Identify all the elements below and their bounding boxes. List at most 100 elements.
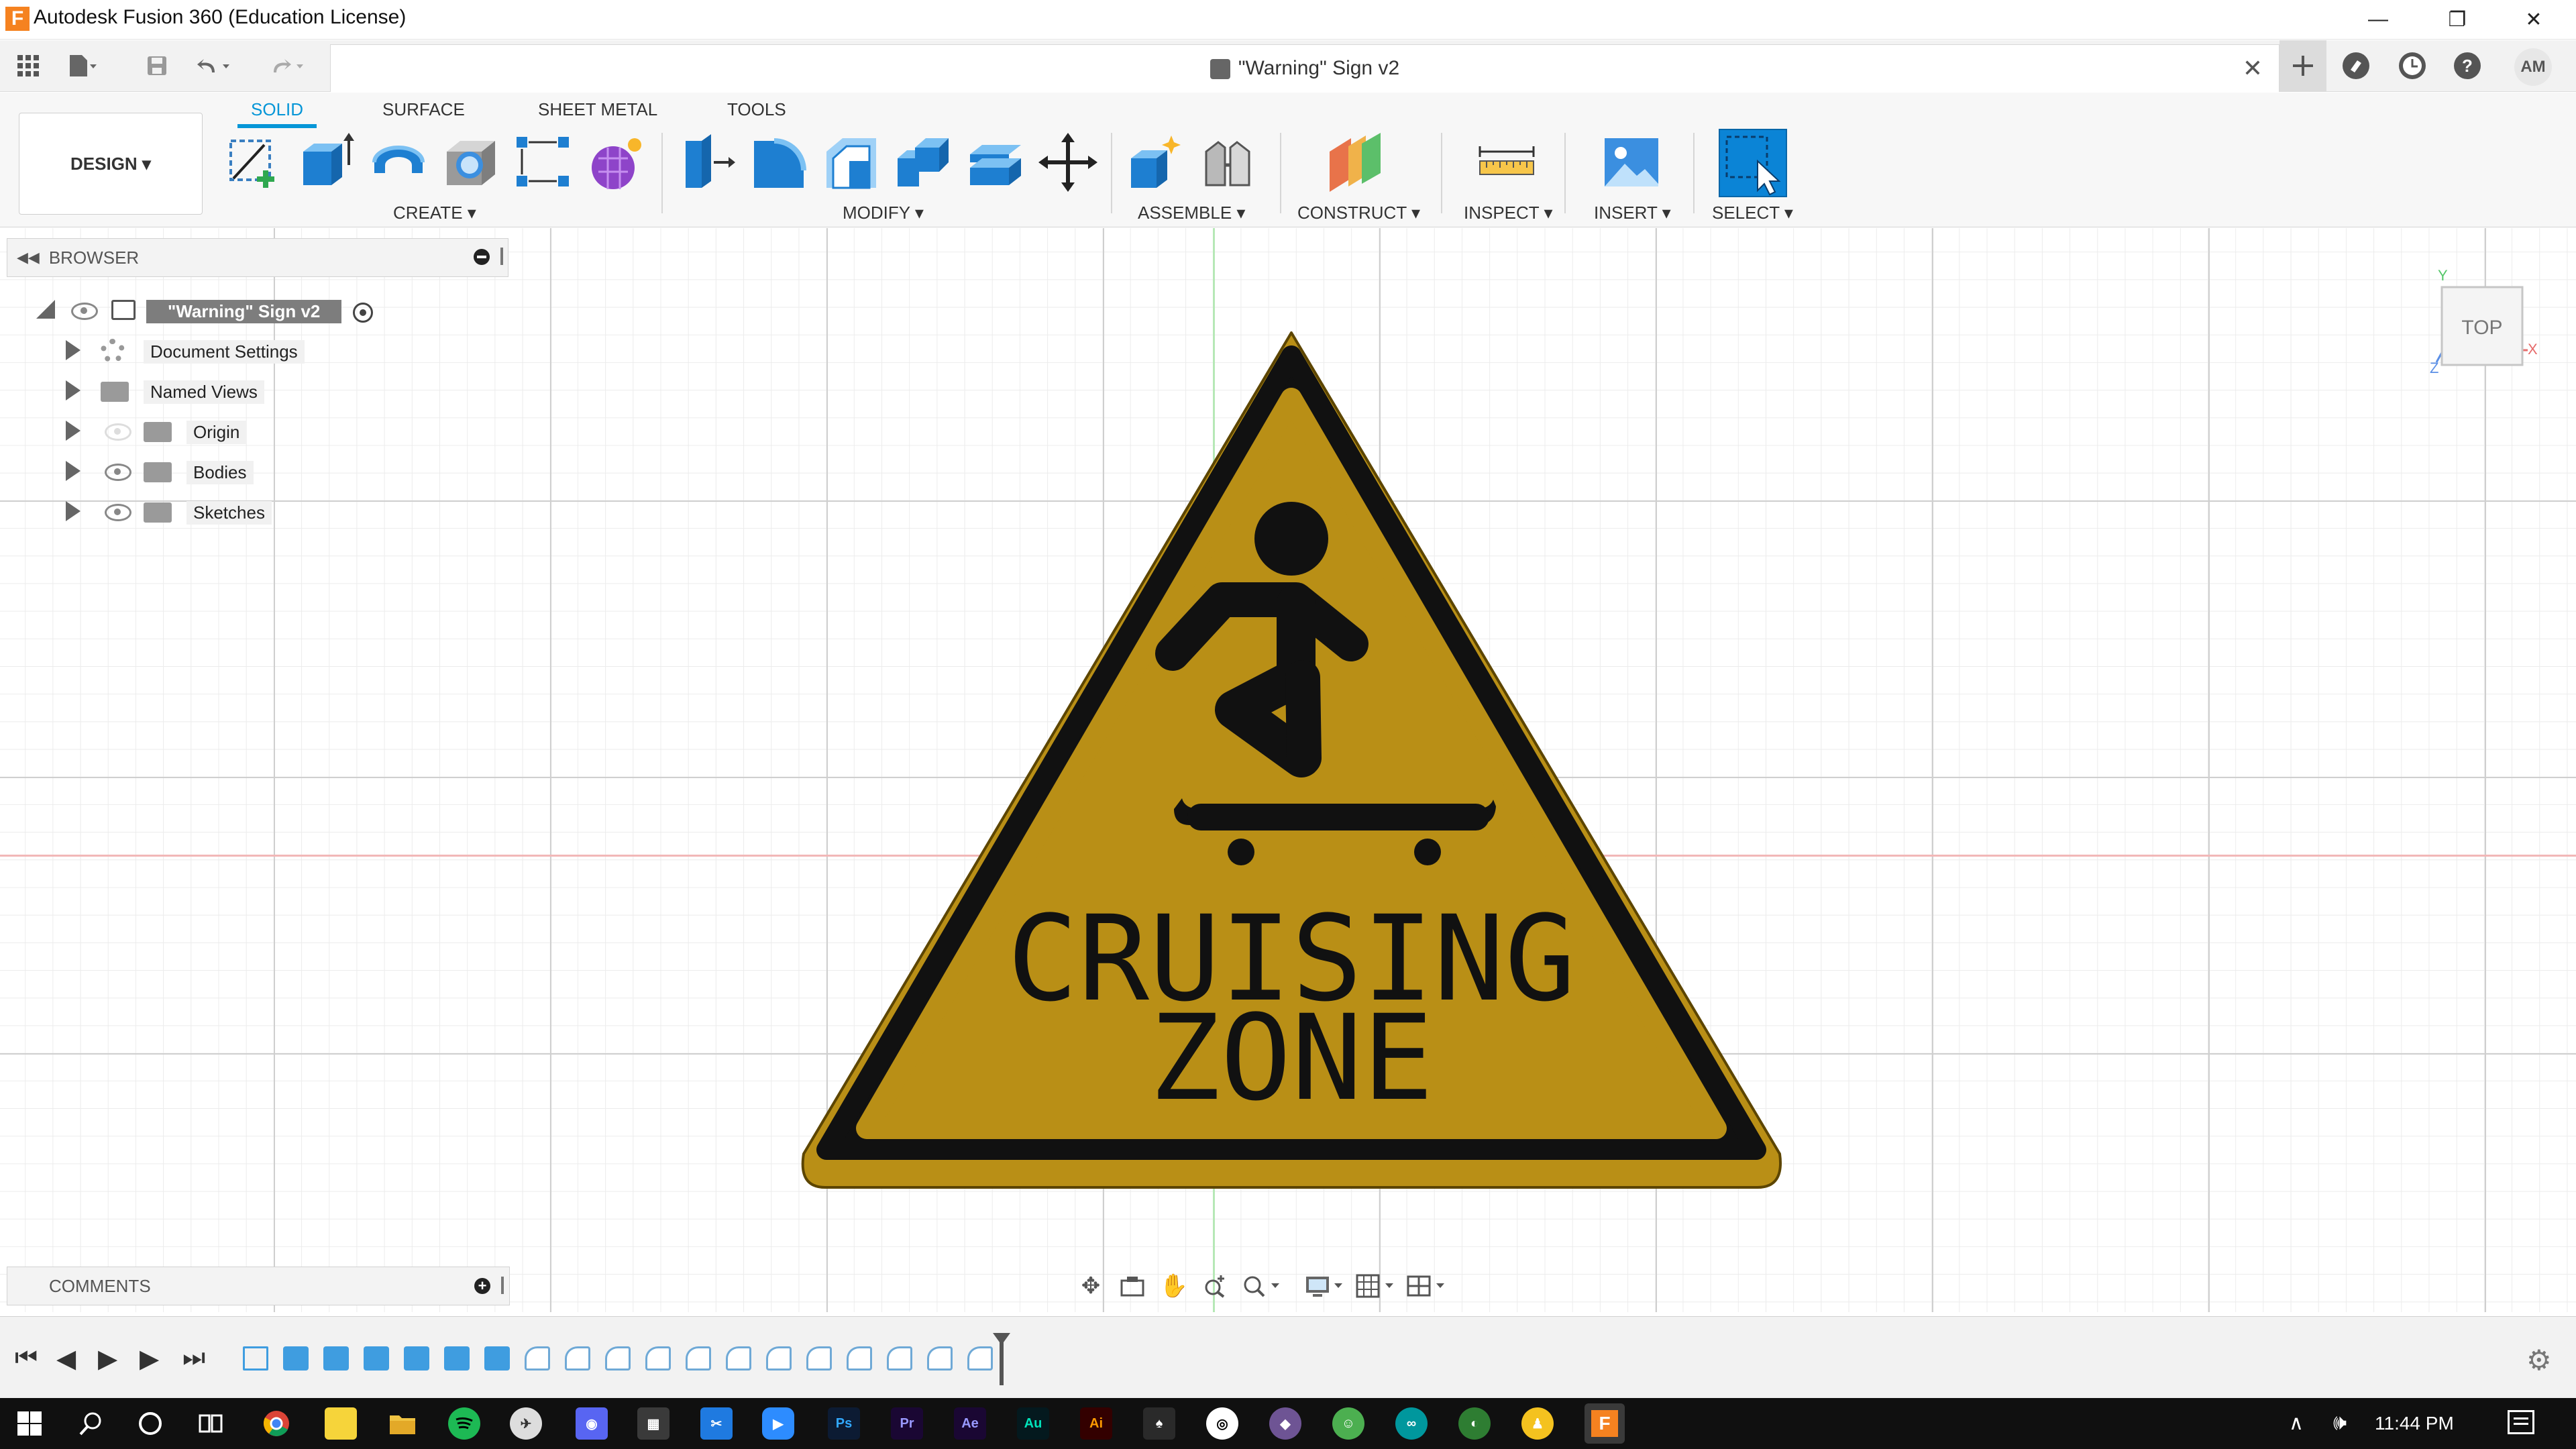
browser-item-document-settings[interactable]: Document Settings (7, 331, 508, 371)
timeline-fillet-feature[interactable] (967, 1346, 993, 1371)
spotify-icon[interactable] (448, 1407, 480, 1440)
timeline-fillet-feature[interactable] (565, 1346, 590, 1371)
timeline-extrude-feature[interactable] (444, 1346, 470, 1371)
collapse-root-icon[interactable] (36, 300, 55, 319)
step-forward-icon[interactable]: ▶ (140, 1344, 159, 1374)
timeline-extrude-feature[interactable] (283, 1346, 309, 1371)
premiere-icon[interactable]: Pr (891, 1407, 923, 1440)
chrome-icon[interactable] (260, 1407, 292, 1440)
timeline-marker[interactable] (993, 1333, 1010, 1385)
globe-app-icon[interactable]: ◐ (1458, 1407, 1491, 1440)
windows-start-icon[interactable] (13, 1407, 46, 1440)
revolve-icon[interactable] (368, 131, 429, 193)
sticky-notes-icon[interactable] (325, 1407, 357, 1440)
timeline-fillet-feature[interactable] (525, 1346, 550, 1371)
display-settings-icon[interactable] (1301, 1269, 1348, 1303)
after-effects-icon[interactable]: Ae (954, 1407, 986, 1440)
offset-face-icon[interactable] (965, 131, 1026, 193)
calculator-icon[interactable]: ▦ (637, 1407, 669, 1440)
undo-icon[interactable] (195, 48, 232, 83)
viewcube[interactable]: TOP Y X Z (2430, 267, 2538, 376)
panel-resize-handle[interactable] (501, 1277, 504, 1294)
zoom-icon[interactable] (1197, 1269, 1234, 1303)
close-window-button[interactable]: ✕ (2497, 0, 2571, 39)
timeline-fillet-feature[interactable] (927, 1346, 953, 1371)
select-tool-icon[interactable] (1719, 129, 1787, 197)
create-sketch-icon[interactable] (224, 131, 286, 193)
offset-plane-icon[interactable] (1324, 131, 1386, 193)
obs-icon[interactable]: ◎ (1206, 1407, 1238, 1440)
tab-solid[interactable]: SOLID (237, 99, 317, 128)
visibility-eye-icon[interactable] (105, 504, 131, 521)
search-icon[interactable] (75, 1407, 107, 1440)
joint-icon[interactable] (1197, 131, 1258, 193)
chamfer-icon[interactable] (820, 131, 881, 193)
fillet-icon[interactable] (747, 131, 809, 193)
browser-item-origin[interactable]: Origin (7, 411, 508, 451)
assemble-menu[interactable]: ASSEMBLE ▾ (1138, 203, 1245, 223)
task-view-icon[interactable] (195, 1407, 227, 1440)
snipping-tool-icon[interactable]: ✂ (700, 1407, 733, 1440)
play-icon[interactable]: ▶ (98, 1344, 117, 1374)
visibility-eye-icon[interactable] (105, 464, 131, 481)
document-tab[interactable]: "Warning" Sign v2 ✕ (330, 44, 2279, 92)
help-icon[interactable]: ? (2447, 48, 2487, 83)
activate-component-radio[interactable] (353, 303, 373, 323)
expand-arrow-icon[interactable] (66, 501, 80, 521)
orbit-icon[interactable]: ✥ (1072, 1269, 1110, 1303)
discord-icon[interactable]: ◉ (576, 1407, 608, 1440)
fusion-360-taskbar-icon[interactable]: F (1585, 1403, 1625, 1444)
tab-surface[interactable]: SURFACE (382, 99, 465, 120)
combine-icon[interactable] (892, 131, 954, 193)
timeline-fillet-feature[interactable] (645, 1346, 671, 1371)
root-visibility-eye-icon[interactable] (71, 303, 98, 320)
expand-arrow-icon[interactable] (66, 380, 80, 400)
cruising-zone-sign-model[interactable]: CRUISING ZONE (798, 329, 1784, 1191)
app-icon[interactable]: ☺ (1332, 1407, 1364, 1440)
workspace-switcher-button[interactable]: DESIGN ▾ (19, 113, 203, 215)
browser-minimize-icon[interactable] (474, 249, 490, 265)
file-menu-icon[interactable] (63, 48, 101, 83)
look-at-icon[interactable] (1114, 1269, 1151, 1303)
pan-hand-icon[interactable]: ✋ (1155, 1269, 1193, 1303)
press-pull-icon[interactable] (675, 131, 737, 193)
expand-arrow-icon[interactable] (66, 340, 80, 360)
construct-menu[interactable]: CONSTRUCT ▾ (1297, 203, 1420, 223)
step-back-icon[interactable]: ◀ (56, 1344, 76, 1374)
move-copy-icon[interactable] (1037, 131, 1099, 193)
add-comment-plus-icon[interactable]: + (474, 1278, 490, 1294)
insert-menu[interactable]: INSERT ▾ (1594, 203, 1671, 223)
browser-item-bodies[interactable]: Bodies (7, 451, 508, 492)
timeline-extrude-feature[interactable] (364, 1346, 389, 1371)
close-tab-icon[interactable]: ✕ (2243, 54, 2263, 83)
zoom-icon[interactable]: ▶ (762, 1407, 794, 1440)
tab-sheet-metal[interactable]: SHEET METAL (538, 99, 657, 120)
audition-icon[interactable]: Au (1017, 1407, 1049, 1440)
measure-icon[interactable] (1476, 131, 1538, 193)
illustrator-icon[interactable]: Ai (1080, 1407, 1112, 1440)
redo-icon[interactable] (268, 48, 306, 83)
minimize-button[interactable]: — (2341, 0, 2415, 39)
viewcube-face-top[interactable]: TOP (2442, 317, 2522, 339)
app-icon[interactable]: ♟ (1521, 1407, 1554, 1440)
restore-button[interactable]: ❐ (2420, 0, 2494, 39)
grid-snaps-icon[interactable] (1352, 1269, 1399, 1303)
go-to-start-icon[interactable]: ⏮ (15, 1344, 38, 1373)
acrobat-icon[interactable]: ♠ (1143, 1407, 1175, 1440)
timeline-fillet-feature[interactable] (847, 1346, 872, 1371)
new-tab-plus-icon[interactable] (2279, 40, 2326, 91)
collapse-panel-icon[interactable]: ◀◀ (17, 249, 40, 266)
extensions-icon[interactable] (2336, 48, 2376, 83)
file-explorer-icon[interactable] (386, 1407, 419, 1440)
user-avatar[interactable]: AM (2514, 48, 2552, 86)
data-panel-grid-icon[interactable] (9, 48, 47, 83)
tray-overflow-chevron-icon[interactable]: ∧ (2289, 1411, 2304, 1435)
browser-item-sketches[interactable]: Sketches (7, 492, 508, 532)
expand-arrow-icon[interactable] (66, 421, 80, 441)
tab-tools[interactable]: TOOLS (727, 99, 786, 120)
timeline-fillet-feature[interactable] (605, 1346, 631, 1371)
panel-resize-handle[interactable] (500, 248, 503, 265)
volume-icon[interactable]: 🕪 (2333, 1410, 2347, 1436)
timeline-settings-gear-icon[interactable]: ⚙ (2526, 1344, 2552, 1377)
go-to-end-icon[interactable]: ⏭ (182, 1344, 205, 1373)
